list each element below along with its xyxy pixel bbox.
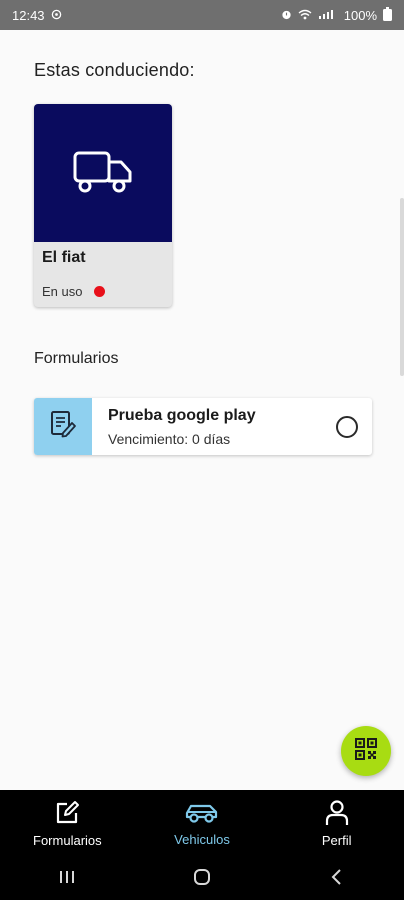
vehicle-image (34, 104, 172, 242)
qr-code-icon (355, 737, 377, 765)
status-left: 12:43 (12, 8, 62, 23)
recent-apps-icon (58, 869, 76, 890)
form-name: Prueba google play (108, 406, 256, 424)
form-icon-box (34, 398, 92, 455)
status-right: 100% (281, 7, 392, 23)
form-item[interactable]: Prueba google play Vencimiento: 0 días (34, 398, 372, 455)
bottom-nav: Formularios Vehiculos Perfil (0, 790, 404, 858)
scroll-indicator[interactable] (400, 198, 404, 376)
status-time: 12:43 (12, 7, 45, 23)
form-radio-button[interactable] (336, 415, 358, 438)
nav-label-vehiculos: Vehiculos (174, 832, 230, 847)
vehicle-status: En uso (42, 284, 106, 299)
nav-item-formularios[interactable]: Formularios (0, 790, 135, 858)
home-icon (192, 867, 212, 892)
person-icon (325, 800, 349, 829)
car-icon (184, 801, 220, 828)
nav-item-perfil[interactable]: Perfil (269, 790, 404, 858)
vehicle-card[interactable]: El fiat En uso (34, 104, 172, 307)
home-button[interactable] (172, 864, 232, 894)
vehicle-status-label: En uso (42, 284, 83, 299)
back-icon (330, 868, 344, 891)
back-button[interactable] (307, 864, 367, 894)
status-bar: 12:43 100% (0, 0, 404, 30)
battery-percentage: 100% (343, 7, 377, 23)
nav-item-vehiculos[interactable]: Vehiculos (135, 790, 270, 858)
battery-icon (383, 7, 392, 21)
alarm-icon (281, 8, 292, 23)
nav-label-formularios: Formularios (33, 833, 102, 848)
vehicle-name: El fiat (42, 249, 86, 266)
system-nav-bar (0, 858, 404, 900)
form-due-date: Vencimiento: 0 días (108, 430, 231, 447)
forms-title: Formularios (34, 350, 119, 367)
wifi-icon (298, 8, 312, 23)
edit-square-icon (54, 800, 80, 829)
nav-label-perfil: Perfil (321, 833, 352, 848)
form-texts: Prueba google play Vencimiento: 0 días (108, 407, 336, 447)
recent-apps-button[interactable] (37, 864, 97, 894)
qr-scan-button[interactable] (341, 726, 391, 776)
status-dot-icon (94, 286, 106, 297)
truck-icon (72, 148, 134, 199)
document-edit-icon (48, 409, 78, 444)
driving-title: Estas conduciendo: (34, 60, 195, 80)
signal-icon (318, 8, 338, 23)
sync-icon (51, 8, 62, 23)
